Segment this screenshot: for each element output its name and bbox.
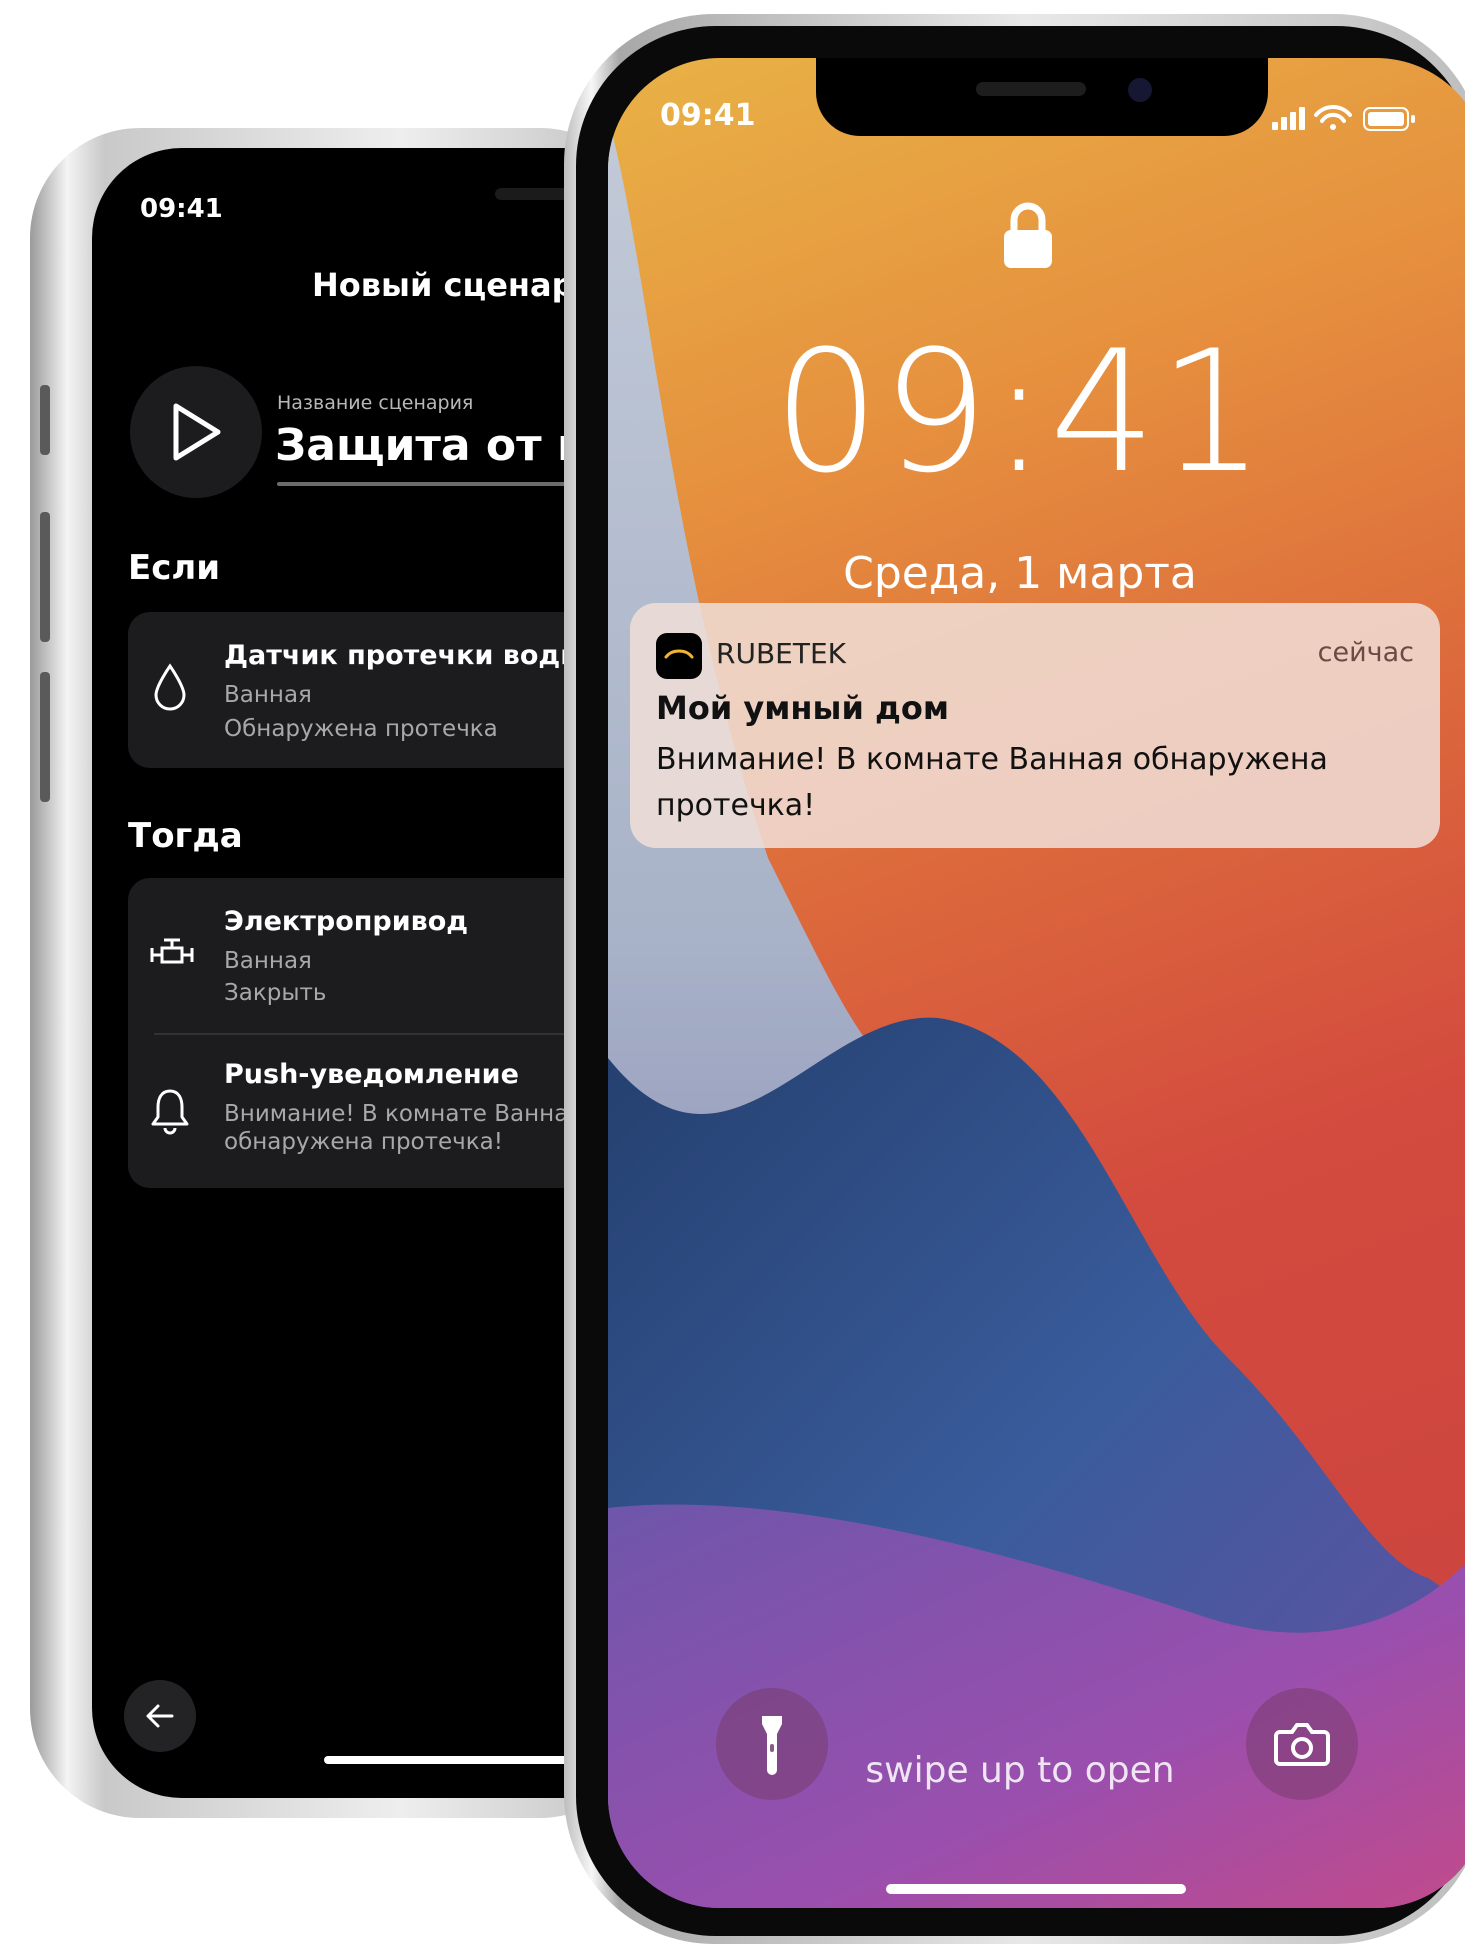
arrow-left-icon [146,1704,174,1728]
status-time: 09:41 [660,98,756,133]
scenario-name-label: Название сценария [277,392,474,414]
back-button[interactable] [124,1680,196,1752]
actuator-action: Закрыть [224,980,327,1006]
push-title: Push-уведомление [224,1059,519,1090]
if-heading: Если [128,548,221,588]
push-text-line1: Внимание! В комнате Ванная [224,1101,583,1127]
bell-icon [150,1087,190,1139]
wifi-icon [1314,104,1352,130]
home-indicator[interactable] [886,1884,1186,1894]
notification-time: сейчас [1317,637,1414,668]
play-icon [173,403,221,461]
volume-down-button [40,672,50,802]
status-time: 09:41 [140,194,223,224]
actuator-room: Ванная [224,948,312,974]
water-drop-icon [150,662,190,718]
front-phone-notch [816,58,1268,136]
notification-app-name: RUBETEK [716,637,847,670]
battery-icon [1363,107,1415,131]
lock-screen: 09:41 09:41 Среда, 1 марта RUBETEK сейча… [608,58,1465,1908]
push-text-line2: обнаружена протечка! [224,1129,503,1155]
rubetek-app-icon [656,633,702,679]
condition-state: Обнаружена протечка [224,716,498,742]
notification-title: Мой умный дом [656,689,949,727]
signal-icon [1272,107,1305,130]
lock-date: Среда, 1 марта [843,548,1197,599]
condition-room: Ванная [224,682,312,708]
lock-clock: 09:41 [772,314,1268,510]
mute-switch [40,385,50,455]
condition-device-title: Датчик протечки воды [224,640,585,671]
run-scenario-button[interactable] [130,366,262,498]
status-icons [1272,104,1418,138]
valve-actuator-icon [150,936,194,980]
push-notification[interactable]: RUBETEK сейчас Мой умный дом Внимание! В… [630,603,1440,848]
actuator-title: Электропривод [224,906,469,937]
lock-icon [1000,200,1056,276]
then-heading: Тогда [128,816,243,856]
volume-up-button [40,512,50,642]
swipe-hint: swipe up to open [865,1750,1175,1791]
notification-body: Внимание! В комнате Ванная обнаружена пр… [656,742,1328,823]
